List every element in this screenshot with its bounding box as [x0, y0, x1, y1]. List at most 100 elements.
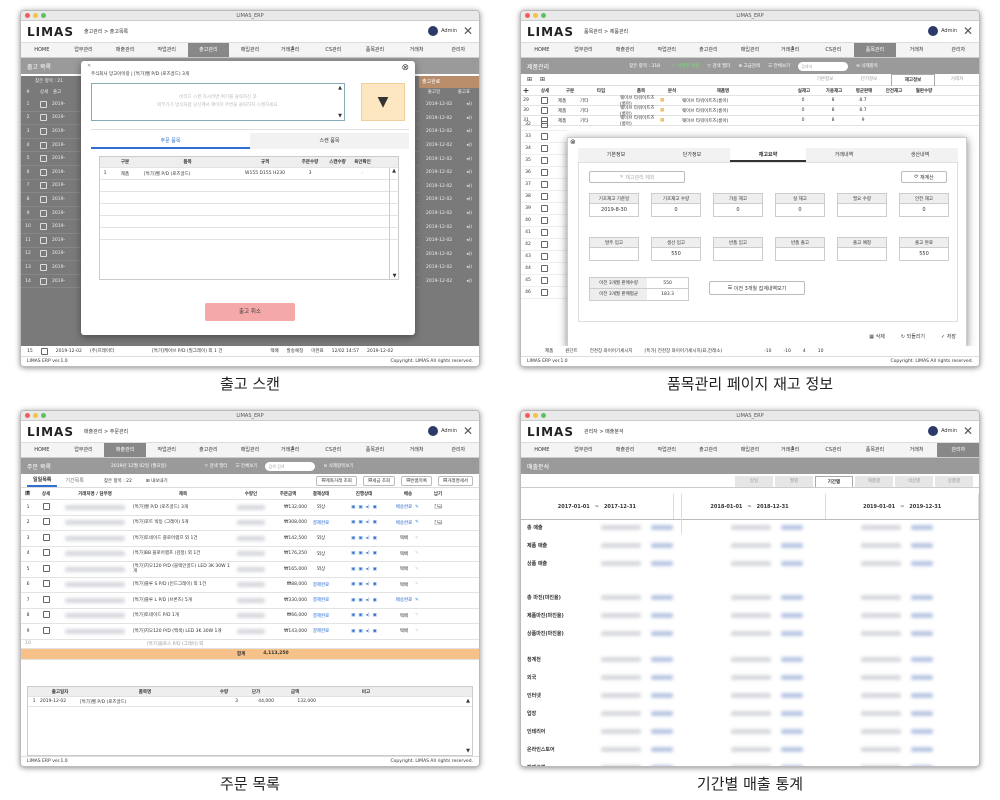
detail-icon[interactable] [42, 533, 50, 541]
stats-tab-3[interactable]: 제품별 [855, 476, 893, 487]
detail-icon-wrap[interactable] [35, 611, 57, 620]
pen-icon[interactable]: ✎ [415, 505, 423, 510]
stock-value[interactable] [837, 248, 887, 261]
table-row-partial[interactable]: 10 [특가]클로스 P/D (그레이) 외 [21, 640, 479, 649]
sound-icon[interactable]: ◂) [366, 520, 370, 525]
sound-icon[interactable]: ◂)) [466, 265, 472, 270]
range-to[interactable]: 2019-12-31 [909, 504, 941, 510]
sound-icon[interactable]: ◂)) [466, 102, 472, 107]
close-icon[interactable]: ✕ [463, 424, 473, 438]
history-button[interactable]: ☰ 이전 3개월 집계내역보기 [709, 281, 805, 295]
action-button-3[interactable]: ▤ 거래명세서 [438, 475, 473, 486]
side-row[interactable]: 43 [521, 251, 567, 263]
detail-icon[interactable] [541, 157, 548, 164]
menu-item-1[interactable]: 업무관리 [63, 43, 105, 57]
range-from[interactable]: 2017-01-01 [558, 504, 590, 510]
view-all-button[interactable]: ☰ 전체보기 [768, 63, 790, 69]
minimize-dot-icon[interactable] [33, 13, 38, 18]
stats-tab-5[interactable]: 상품별 [935, 476, 973, 487]
avatar-icon[interactable] [428, 26, 439, 36]
detail-icon[interactable] [541, 217, 548, 224]
logo[interactable]: LIMAS [527, 425, 574, 439]
tab-1[interactable]: 단가정보 [847, 74, 891, 86]
cancel-outgoing-button[interactable]: 출고 취소 [205, 303, 295, 321]
pen-icon[interactable]: ✎ [415, 598, 423, 603]
detail-icon-wrap[interactable] [35, 533, 57, 543]
check-icon[interactable]: ✓ [350, 171, 375, 176]
detail-icon[interactable] [40, 263, 47, 271]
detail-icon[interactable] [42, 595, 50, 603]
menu-item-6[interactable]: 거래관리1 [771, 443, 813, 457]
dropdown-toggle-button[interactable]: ▼ [361, 83, 405, 121]
doc-icon[interactable]: ▣ [351, 505, 355, 510]
menu-item-3[interactable]: 작업관리 [146, 443, 188, 457]
doc-icon[interactable]: ▣ [351, 551, 355, 556]
table-row[interactable]: 4 [특가]BB 플로어램프 (검정) 외 1건 ₩176,250 외상 ▣ ▣ ◂) ▣ 택배… [21, 547, 479, 562]
modal-x-icon[interactable]: ✕ [87, 63, 91, 69]
restore-button[interactable]: ↻ 되돌리기 [901, 333, 925, 340]
close-icon[interactable]: ✕ [463, 24, 473, 38]
menu-item-7[interactable]: CS관리 [812, 43, 854, 57]
side-row[interactable]: 40 [521, 215, 567, 227]
detail-icon[interactable] [40, 182, 47, 190]
table-row[interactable]: 2 [특가]포트 박등 (그레이) 5개 ₩308,000 결제완료 ▣ ▣ ◂) ▣ 배송완료… [21, 516, 479, 531]
note-icon[interactable]: ▣ [373, 598, 377, 603]
detail-icon[interactable] [42, 580, 50, 588]
range-from[interactable]: 2018-01-01 [710, 504, 742, 510]
detail-icon-wrap[interactable] [35, 595, 57, 605]
minimize-dot-icon[interactable] [533, 13, 538, 18]
pen-icon[interactable]: ✎ [415, 582, 423, 587]
sound-icon[interactable]: ◂)) [466, 225, 472, 230]
sound-icon[interactable]: ◂)) [466, 252, 472, 257]
menu-item-3[interactable]: 작업관리 [646, 443, 688, 457]
detail-icon[interactable] [541, 265, 548, 272]
doc-icon[interactable]: ▣ [351, 613, 355, 618]
stock-value[interactable]: 0 [713, 204, 763, 217]
detail-icon[interactable] [40, 250, 47, 258]
menu-item-8[interactable]: 품목관리 [354, 443, 396, 457]
minimize-dot-icon[interactable] [33, 413, 38, 418]
table-row[interactable]: 1 [특가]벨 P/D (로즈골드) 3개 ₩132,000 외상 ▣ ▣ ◂) ▣ 배송완료 ✎… [21, 500, 479, 516]
detail-icon-wrap[interactable] [35, 580, 57, 589]
stats-tab-0[interactable]: 일일 [735, 476, 773, 487]
minimize-dot-icon[interactable] [533, 413, 538, 418]
menu-item-7[interactable]: CS관리 [312, 43, 354, 57]
detail-icon[interactable] [541, 107, 548, 114]
pen-icon[interactable]: ✎ [415, 613, 423, 618]
delete-button[interactable]: ▦ 삭제 [869, 333, 885, 340]
search-input[interactable]: 검색어 [798, 61, 849, 71]
stock-value[interactable]: 550 [899, 248, 949, 261]
view-all-button[interactable]: ☰ 전체보기 [235, 463, 257, 469]
menu-item-4[interactable]: 출고관리 [688, 443, 730, 457]
close-icon[interactable]: ✕ [963, 424, 973, 438]
detail-icon[interactable] [541, 145, 548, 152]
pen-icon[interactable]: ✎ [415, 536, 423, 541]
detail-icon[interactable] [40, 209, 47, 217]
sound-icon[interactable]: ◂)) [466, 129, 472, 134]
menu-item-1[interactable]: 업무관리 [563, 43, 605, 57]
scroll-up-icon[interactable]: ▲ [338, 85, 342, 91]
stock-value[interactable]: 2019-8-30 [589, 204, 639, 217]
date-range-1[interactable]: 2018-01-01 ~2018-12-31 [674, 494, 827, 519]
date-range-0[interactable]: 2017-01-01 ~2017-12-31 [521, 494, 674, 519]
menu-item-9[interactable]: 거래처 [396, 43, 438, 57]
tab-period-list[interactable]: 기간목록 [57, 475, 91, 486]
menu-item-8[interactable]: 품목관리 [854, 443, 896, 457]
tab-order-items[interactable]: 주문 품목 [91, 133, 250, 149]
scroll-down-icon[interactable]: ▼ [338, 113, 342, 119]
sound-icon[interactable]: ◂) [366, 598, 370, 603]
search-input[interactable]: 검색 검색 [265, 461, 316, 471]
detail-icon[interactable] [42, 626, 50, 634]
stock-value[interactable] [775, 248, 825, 261]
action-button-2[interactable]: ▤ 반품목록 [401, 475, 433, 486]
close-icon[interactable]: ✕ [963, 24, 973, 38]
detail-icon[interactable] [541, 277, 548, 284]
doc-icon[interactable]: ▣ [351, 520, 355, 525]
detail-icon[interactable] [40, 100, 47, 108]
box-icon[interactable]: ▣ [358, 629, 362, 634]
sound-icon[interactable]: ◂)) [466, 143, 472, 148]
detail-icon[interactable] [40, 223, 47, 231]
note-icon[interactable]: ▣ [373, 567, 377, 572]
menu-item-2[interactable]: 매출관리 [604, 443, 646, 457]
table-row[interactable]: 29 제품 기타 웨이브 타워이트즈(롱아) ▦ 웨이브 타워이트즈(롱아) 0 8 8.7 [521, 96, 979, 107]
